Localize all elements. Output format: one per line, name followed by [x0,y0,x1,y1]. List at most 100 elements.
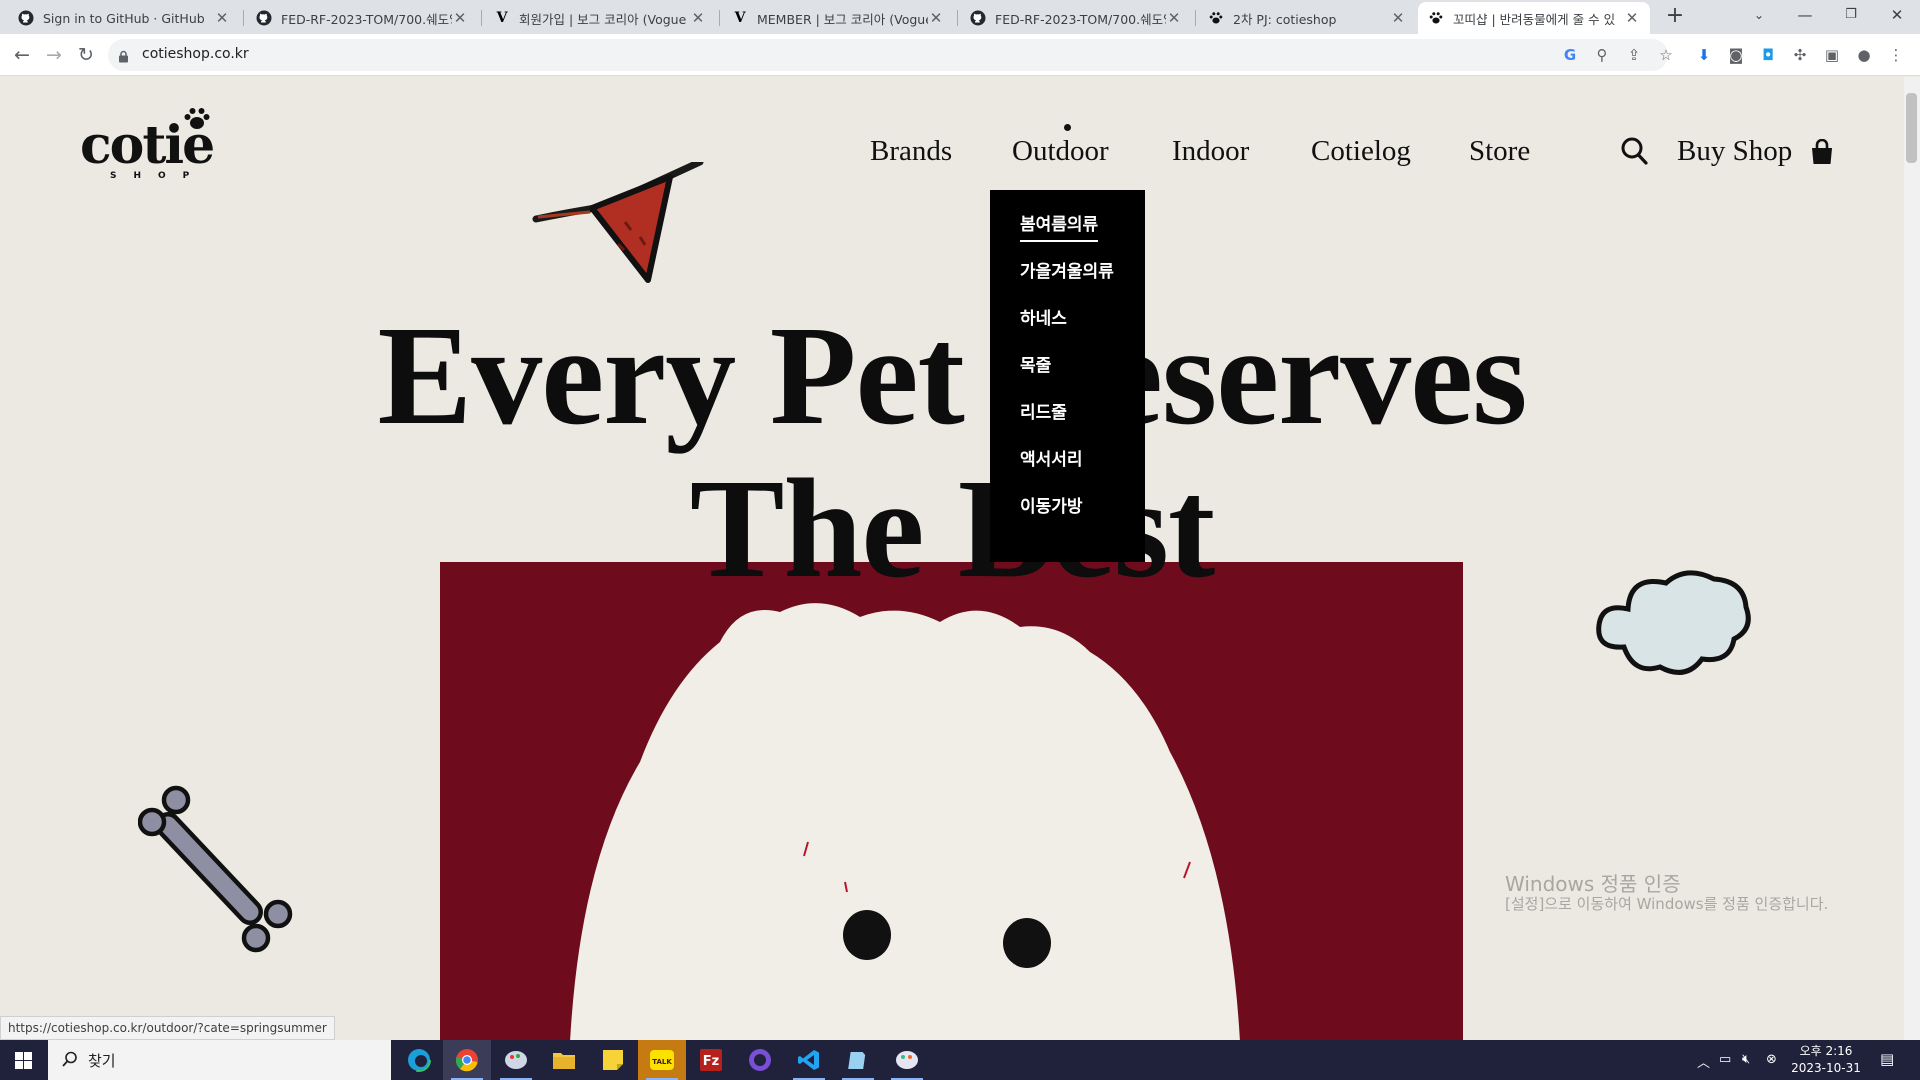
paint-3d-icon[interactable] [883,1040,931,1080]
tab-title: 꼬띠샵 | 반려동물에게 줄 수 있 [1453,11,1616,27]
share-icon[interactable]: ⇪ [1620,41,1648,69]
hero-dog-image [440,562,1463,1040]
address-bar[interactable]: cotieshop.co.kr [108,39,1668,71]
more-menu-icon[interactable]: ⋮ [1882,41,1910,69]
tab-github-repo[interactable]: FED-RF-2023-TOM/700.쉐도잉 ✕ [246,2,478,34]
link-status-bubble: https://cotieshop.co.kr/outdoor/?cate=sp… [0,1016,335,1040]
tab-vogue-signup[interactable]: V 회원가입 | 보그 코리아 (Vogue ✕ [484,2,716,34]
url-text: cotieshop.co.kr [142,46,249,62]
kakaotalk-icon[interactable]: TALK [638,1040,686,1080]
bandana-illustration [532,162,704,283]
nav-outdoor[interactable]: Outdoor [1012,135,1109,168]
file-explorer-icon[interactable] [540,1040,588,1080]
taskbar-search-box[interactable]: 찾기 [48,1040,391,1080]
nav-indoor[interactable]: Indoor [1172,135,1249,168]
hero-headline-line2: The Best [689,449,1216,607]
tab-title: 2차 PJ: cotieshop [1233,11,1337,27]
nav-brands[interactable]: Brands [870,135,952,168]
reload-button[interactable]: ↻ [72,41,100,69]
new-tab-button[interactable]: + [1661,2,1689,30]
vogue-icon: V [496,10,508,26]
forward-button[interactable]: → [40,41,68,69]
close-window-button[interactable]: ✕ [1874,0,1920,30]
github-desktop-icon[interactable] [736,1040,784,1080]
start-button[interactable] [0,1040,48,1080]
minimize-button[interactable]: — [1782,0,1828,30]
lock-icon[interactable] [118,48,129,67]
svg-text:Fz: Fz [703,1054,719,1069]
close-icon[interactable]: ✕ [1624,9,1640,27]
nav-cotielog[interactable]: Cotielog [1311,135,1411,168]
dropdown-item-fall-winter[interactable]: 가을겨울의류 [1020,261,1145,308]
dropdown-item-collar[interactable]: 목줄 [1020,355,1145,402]
extension-color-icon[interactable]: ◘ [1754,41,1782,69]
zoom-icon[interactable]: ⚲ [1588,41,1616,69]
back-button[interactable]: ← [8,41,36,69]
dropdown-item-spring-summer[interactable]: 봄여름의류 [1020,214,1145,261]
windows-taskbar: 찾기 TALK Fz ︿ ▭ 🔇︎ ⊗ 오후 2:16 2023-10-31 ▤ [0,1040,1920,1080]
tab-title: FED-RF-2023-TOM/700.쉐도잉 [995,11,1166,27]
download-icon[interactable]: ⬇ [1690,41,1718,69]
dropdown-item-accessory[interactable]: 액서서리 [1020,449,1145,496]
filezilla-icon[interactable]: Fz [687,1040,735,1080]
tab-vogue-member[interactable]: V MEMBER | 보그 코리아 (Vogue ✕ [722,2,954,34]
paw-icon [1428,10,1444,26]
clock-time: 오후 2:16 [1799,1044,1853,1058]
network-icon[interactable]: ▭ [1719,1052,1731,1067]
tab-github-signin[interactable]: Sign in to GitHub · GitHub ✕ [8,2,240,34]
tab-cotieshop-pj[interactable]: 2차 PJ: cotieshop ✕ [1198,2,1416,34]
restore-button[interactable]: ❐ [1828,0,1874,30]
notepad-icon[interactable] [834,1040,882,1080]
dropdown-item-carrier[interactable]: 이동가방 [1020,496,1145,543]
paw-icon [1208,10,1224,26]
github-icon [970,10,986,26]
action-center-icon[interactable]: ▤ [1880,1050,1894,1068]
tab-search-button[interactable]: ⌄ [1736,0,1782,30]
buy-shop-link[interactable]: Buy Shop [1677,135,1792,168]
vogue-icon: V [734,10,746,26]
paint-app-icon[interactable] [492,1040,540,1080]
tab-strip: Sign in to GitHub · GitHub ✕ FED-RF-2023… [0,0,1920,34]
chrome-icon[interactable] [443,1040,491,1080]
google-translate-icon[interactable]: G [1556,41,1584,69]
dropdown-item-harness[interactable]: 하네스 [1020,308,1145,355]
tab-title: Sign in to GitHub · GitHub [43,10,205,26]
close-icon[interactable]: ✕ [452,9,468,27]
close-icon[interactable]: ✕ [928,9,944,27]
github-icon [256,10,272,26]
scrollbar-thumb[interactable] [1906,93,1917,163]
paw-icon [184,108,210,129]
volume-muted-icon[interactable]: 🔇︎ [1742,1052,1750,1067]
search-icon [62,1051,77,1067]
search-icon[interactable] [1620,136,1649,166]
bone-illustration [138,785,293,953]
bookmark-star-icon[interactable]: ☆ [1652,41,1680,69]
shopping-bag-icon[interactable] [1810,139,1834,165]
sticky-notes-icon[interactable] [589,1040,637,1080]
vertical-scrollbar[interactable] [1904,77,1920,1040]
notification-status-icon[interactable]: ⊗ [1766,1052,1777,1067]
close-icon[interactable]: ✕ [214,9,230,27]
tab-title: FED-RF-2023-TOM/700.쉐도잉 [281,11,452,27]
cotie-logo[interactable]: cotie SHOP [80,107,245,187]
close-icon[interactable]: ✕ [690,9,706,27]
nav-store[interactable]: Store [1469,135,1530,168]
vscode-icon[interactable] [785,1040,833,1080]
tab-title: 회원가입 | 보그 코리아 (Vogue [519,11,687,27]
tab-github-repo-2[interactable]: FED-RF-2023-TOM/700.쉐도잉 ✕ [960,2,1192,34]
camera-icon[interactable]: ◙ [1722,41,1750,69]
edge-icon[interactable] [395,1040,443,1080]
tab-cotieshop-active[interactable]: 꼬띠샵 | 반려동물에게 줄 수 있 ✕ [1418,2,1650,34]
tray-overflow-icon[interactable]: ︿ [1697,1052,1710,1071]
hero-headline-line1: Every Pet Deserves [377,296,1528,454]
close-icon[interactable]: ✕ [1166,9,1182,27]
close-icon[interactable]: ✕ [1390,9,1406,27]
windows-logo-icon [15,1052,32,1069]
github-icon [18,10,34,26]
side-panel-icon[interactable]: ▣ [1818,41,1846,69]
dropdown-item-leash[interactable]: 리드줄 [1020,402,1145,449]
extensions-puzzle-icon[interactable]: ✣ [1786,41,1814,69]
taskbar-clock[interactable]: 오후 2:16 2023-10-31 [1790,1043,1862,1077]
profile-avatar-icon[interactable]: ● [1850,41,1878,69]
browser-toolbar: ← → ↻ cotieshop.co.kr G ⚲ ⇪ ☆ ⬇ ◙ ◘ ✣ ▣ … [0,34,1920,76]
